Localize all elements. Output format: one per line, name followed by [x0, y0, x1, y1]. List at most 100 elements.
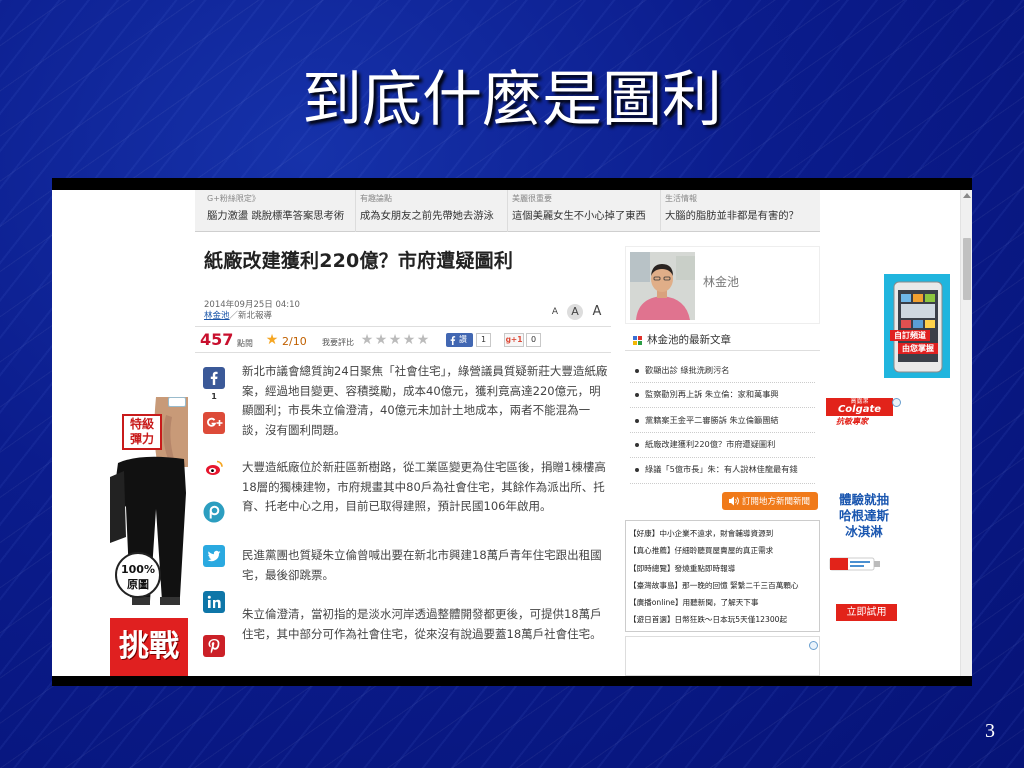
- latest-article-link[interactable]: 綠議「5億市長」朱：有人說林佳龍最有錢: [635, 462, 820, 476]
- article-paragraph: 民進黨團也質疑朱立倫曾喊出要在新北市興建18萬戶青年住宅跟出租國宅，最後卻跳票。: [242, 548, 602, 582]
- ad-stamp-top: 100%: [121, 563, 155, 576]
- linkedin-icon[interactable]: [203, 591, 225, 613]
- grid-icon: [633, 336, 642, 345]
- browser-viewport: G+粉絲限定》 腦力激盪 跳脫標準答案思考術 有趣論點 成為女朋友之前先帶她去游…: [52, 190, 972, 676]
- pinterest-icon[interactable]: [203, 635, 225, 657]
- top-nav-headline-link[interactable]: 大腦的脂肪並非都是有害的？: [665, 207, 799, 222]
- rating-star-icon: [265, 333, 279, 347]
- article-paragraph: 大豐造紙廠位於新莊區新樹路，從工業區變更為住宅區後，捐贈1棟樓高18層的獨棟建物…: [242, 460, 606, 513]
- latest-article-link[interactable]: 歡顯出診 綠批洗刷污名: [635, 363, 820, 377]
- promo-link[interactable]: 【好康】中小企業不遠求，財會輔導資源到: [629, 525, 816, 542]
- bullet-icon: [635, 392, 639, 397]
- webpage-screenshot: G+粉絲限定》 腦力激盪 跳脫標準答案思考術 有趣論點 成為女朋友之前先帶她去游…: [52, 178, 972, 686]
- google-plus-one-button[interactable]: g+1: [504, 333, 524, 347]
- google-plus-one-count: 0: [526, 333, 541, 347]
- google-plus-icon[interactable]: [203, 412, 225, 434]
- top-nav-item[interactable]: 生活情報 大腦的脂肪並非都是有害的？: [660, 190, 810, 232]
- font-size-large-button[interactable]: A: [589, 304, 605, 320]
- top-nav-strip: G+粉絲限定》 腦力激盪 跳脫標準答案思考術 有趣論點 成為女朋友之前先帶她去游…: [195, 190, 820, 232]
- font-size-small-button[interactable]: A: [547, 304, 563, 320]
- scroll-up-arrow-icon[interactable]: [963, 193, 971, 198]
- top-nav-category: 生活情報: [665, 194, 697, 203]
- latest-article-title: 黨籍案王金平二審勝訴 朱立倫籲團結: [645, 415, 779, 425]
- subscribe-button[interactable]: 訂閱地方新聞新聞: [722, 492, 818, 510]
- promo-link[interactable]: 【即時總覽】發燒重點即時報導: [629, 560, 816, 577]
- promo-link[interactable]: 【真心推薦】仔細聆聽買屋賣屋的真正需求: [629, 542, 816, 559]
- latest-articles-heading: 林金池的最新文章: [647, 334, 731, 346]
- left-side-ad[interactable]: 特級彈力 100% 原圖 挑戰: [110, 397, 188, 676]
- bullet-icon: [635, 442, 639, 447]
- promo-link[interactable]: 【廣播online】用聽新聞，了解天下事: [629, 594, 816, 611]
- byline-suffix: ／新北報導: [229, 311, 273, 321]
- ad-badge: 特級彈力: [122, 414, 162, 450]
- latest-article-title: 歡顯出診 綠批洗刷污名: [645, 365, 730, 375]
- latest-article-link[interactable]: 監察勸別再上訴 朱立倫：家和萬事興: [635, 387, 820, 401]
- rate-label: 我要評比: [322, 338, 354, 347]
- scrollbar[interactable]: [960, 190, 972, 676]
- facebook-icon: [450, 336, 456, 345]
- rate-star-icon[interactable]: [388, 333, 402, 347]
- colgate-ad[interactable]: 高露潔 Colgate 抗敏專家 體驗就抽 哈根達斯 冰淇淋 立即試用: [826, 396, 902, 676]
- weibo-icon[interactable]: [203, 457, 225, 479]
- ad-info-icon[interactable]: [168, 397, 186, 407]
- article-title: 紙廠改建獲利220億？市府遭疑圖利: [204, 250, 514, 272]
- bullet-icon: [635, 368, 639, 373]
- plurk-icon[interactable]: [203, 501, 225, 523]
- rating-score: 2/10: [282, 335, 307, 348]
- try-now-button[interactable]: 立即試用: [836, 604, 897, 621]
- promo-link[interactable]: 【遊日首選】日幣狂跌～日本玩5天僅12300起: [629, 611, 816, 628]
- ad-info-icon[interactable]: [809, 641, 818, 650]
- bullet-icon: [635, 467, 639, 472]
- colgate-headline: 冰淇淋: [845, 524, 883, 539]
- top-nav-category: 美麗很重要: [512, 194, 552, 203]
- phone-ad[interactable]: 自訂頻道 由您掌握: [884, 274, 950, 378]
- article-paragraph: 新北市議會總質詢24日聚焦「社會住宅」，綠營議員質疑新莊大豐造紙廠案，經過地目變…: [242, 364, 608, 437]
- top-nav-item[interactable]: G+粉絲限定》 腦力激盪 跳脫標準答案思考術: [203, 190, 353, 232]
- facebook-like-button[interactable]: 讚: [446, 333, 473, 347]
- font-size-medium-button[interactable]: A: [567, 304, 583, 320]
- top-nav-headline-link[interactable]: 腦力激盪 跳脫標準答案思考術: [207, 207, 344, 222]
- author-avatar[interactable]: [630, 252, 695, 320]
- top-nav-headline-link[interactable]: 成為女朋友之前先帶她去游泳: [360, 207, 494, 222]
- latest-article-link[interactable]: 紙廠改建獲利220億？市府遭疑圖利: [635, 437, 820, 451]
- slide-page-number: 3: [985, 720, 995, 742]
- promo-link[interactable]: 【臺灣故事島】那一晚的回憶 緊繫二千三百萬顆心: [629, 577, 816, 594]
- ad-stamp: 100% 原圖: [115, 552, 161, 598]
- facebook-like-label: 讚: [459, 335, 467, 344]
- ad-info-icon[interactable]: [892, 398, 901, 407]
- view-count-label: 點閱: [237, 339, 253, 348]
- divider: [625, 350, 820, 351]
- author-name[interactable]: 林金池: [703, 273, 739, 290]
- rate-star-icon[interactable]: [360, 333, 374, 347]
- facebook-icon[interactable]: [203, 367, 225, 389]
- view-count: 457: [200, 330, 234, 349]
- article-paragraph: 朱立倫澄清，當初指的是淡水河岸透過整體開發都更後，可提供18萬戶住宅，其中部分可…: [242, 607, 602, 641]
- ad-banner-text: 挑戰: [110, 618, 188, 676]
- promo-links-box: 【好康】中小企業不遠求，財會輔導資源到 【真心推薦】仔細聆聽買屋賣屋的真正需求 …: [625, 520, 820, 632]
- rate-star-icon[interactable]: [374, 333, 388, 347]
- top-nav-category: G+粉絲限定》: [207, 194, 260, 203]
- facebook-share-count: 1: [211, 392, 217, 401]
- rate-star-icon[interactable]: [402, 333, 416, 347]
- twitter-icon[interactable]: [203, 545, 225, 567]
- latest-article-link[interactable]: 黨籍案王金平二審勝訴 朱立倫籲團結: [635, 413, 820, 427]
- divider: [195, 326, 611, 327]
- author-link[interactable]: 林金池: [204, 311, 230, 321]
- scrollbar-thumb[interactable]: [963, 238, 971, 300]
- phone-ad-line1: 自訂頻道: [890, 330, 930, 341]
- slide-title: 到底什麼是圖利: [302, 65, 722, 135]
- latest-article-title: 監察勸別再上訴 朱立倫：家和萬事興: [645, 389, 779, 399]
- facebook-like-count: 1: [476, 333, 491, 347]
- top-nav-item[interactable]: 有趣論點 成為女朋友之前先帶她去游泳: [355, 190, 505, 232]
- top-nav-item[interactable]: 美麗很重要 這個美麗女生不小心掉了東西: [507, 190, 657, 232]
- bullet-icon: [635, 418, 639, 423]
- sidebar-ad-slot[interactable]: [625, 636, 820, 676]
- speaker-icon: [729, 496, 739, 506]
- subscribe-label: 訂閱地方新聞新聞: [742, 497, 811, 507]
- divider: [195, 352, 611, 353]
- article-byline: 林金池／新北報導: [204, 309, 272, 321]
- rate-star-icon[interactable]: [416, 333, 430, 347]
- divider: [630, 483, 815, 484]
- top-nav-headline-link[interactable]: 這個美麗女生不小心掉了東西: [512, 207, 646, 222]
- ad-stamp-bottom: 原圖: [127, 578, 149, 591]
